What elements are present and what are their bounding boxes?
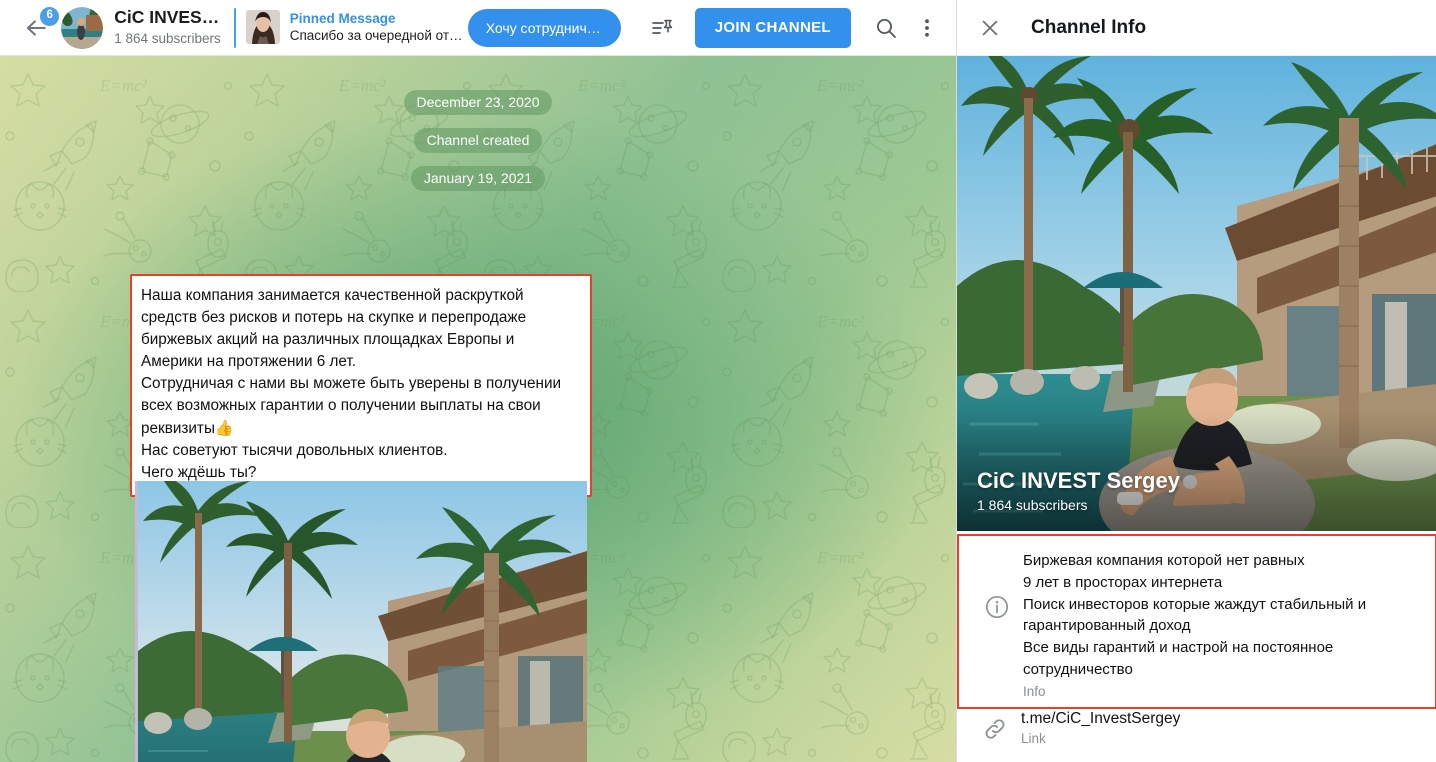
info-circle-icon [985,595,1009,619]
more-options-button[interactable] [908,8,946,48]
about-body: Биржевая компания которой нет равных 9 л… [1019,550,1419,699]
info-panel-title: Channel Info [1031,16,1147,38]
header-divider [233,7,236,48]
link-inner: t.me/CiC_InvestSergey Link [957,700,1436,756]
link-icon-wrap [973,710,1017,746]
about-label: Info [1023,683,1046,699]
pinned-texts: Pinned Message Спасибо за очередной отзы… [290,10,468,46]
info-panel-header: Channel Info [957,0,1436,56]
close-panel-button[interactable] [979,17,1001,39]
back-button[interactable]: 6 [14,5,60,51]
pinned-thumb-photo [245,10,280,45]
pinned-message-label: Pinned Message [289,10,396,26]
channel-subscribers: 1 864 subscribers [114,30,221,46]
channel-about-row[interactable]: Биржевая компания которой нет равных 9 л… [957,534,1436,709]
pinned-messages-button[interactable] [643,8,681,48]
unread-count-badge: 6 [40,6,60,26]
service-message-channel-created: Channel created [413,128,543,153]
message-bubble[interactable]: Наша компания занимается качественной ра… [130,274,592,497]
link-body: t.me/CiC_InvestSergey Link [1017,710,1421,746]
resort-photo [138,481,587,762]
chat-column: 6 CiC INVEST ... 1 864 subscribers Pinne… [0,0,956,762]
channel-title-block[interactable]: CiC INVEST ... 1 864 subscribers [114,7,225,48]
channel-info-panel: Channel Info CiC INVEST Sergey 1 864 sub… [956,0,1436,762]
channel-link-row[interactable]: t.me/CiC_InvestSergey Link [957,700,1436,756]
date-separators: December 23, 2020 Channel created Januar… [0,90,956,204]
join-channel-button[interactable]: JOIN CHANNEL [694,7,851,48]
pinned-message-thumbnail [245,10,280,45]
avatar[interactable] [61,6,104,49]
more-vertical-icon [925,18,930,37]
link-icon [985,719,1005,739]
message-text: Наша компания занимается качественной ра… [141,287,562,481]
telegram-window: 6 CiC INVEST ... 1 864 subscribers Pinne… [0,0,1436,762]
about-inner: Биржевая компания которой нет равных 9 л… [959,536,1435,707]
avatar-photo [61,6,104,49]
date-chip-january: January 19, 2021 [410,166,546,191]
search-button[interactable] [867,8,905,48]
message-photo[interactable] [135,481,587,762]
pinned-message-preview: Спасибо за очередной отзы... [289,28,468,44]
link-label: Link [1021,731,1046,746]
close-icon [982,20,998,35]
hero-channel-name: CiC INVEST Sergey [977,467,1180,493]
date-chip-december: December 23, 2020 [403,90,553,115]
about-text: Биржевая компания которой нет равных 9 л… [1023,552,1367,678]
pinned-message-bar[interactable]: Pinned Message Спасибо за очередной отзы… [245,10,468,46]
about-icon-wrap [975,550,1019,699]
search-icon [876,18,896,38]
hero-caption: CiC INVEST Sergey 1 864 subscribers [977,468,1180,513]
chat-header: 6 CiC INVEST ... 1 864 subscribers Pinne… [0,0,956,56]
channel-hero-photo[interactable]: CiC INVEST Sergey 1 864 subscribers [957,56,1436,531]
chat-message-area[interactable]: E=mc² [0,56,956,762]
channel-name: CiC INVEST ... [114,6,225,27]
pinned-messages-icon [652,19,673,34]
cooperate-button[interactable]: Хочу сотрудничат... [467,8,622,47]
channel-link-value: t.me/CiC_InvestSergey [1021,710,1181,727]
hero-subscribers: 1 864 subscribers [977,497,1088,513]
